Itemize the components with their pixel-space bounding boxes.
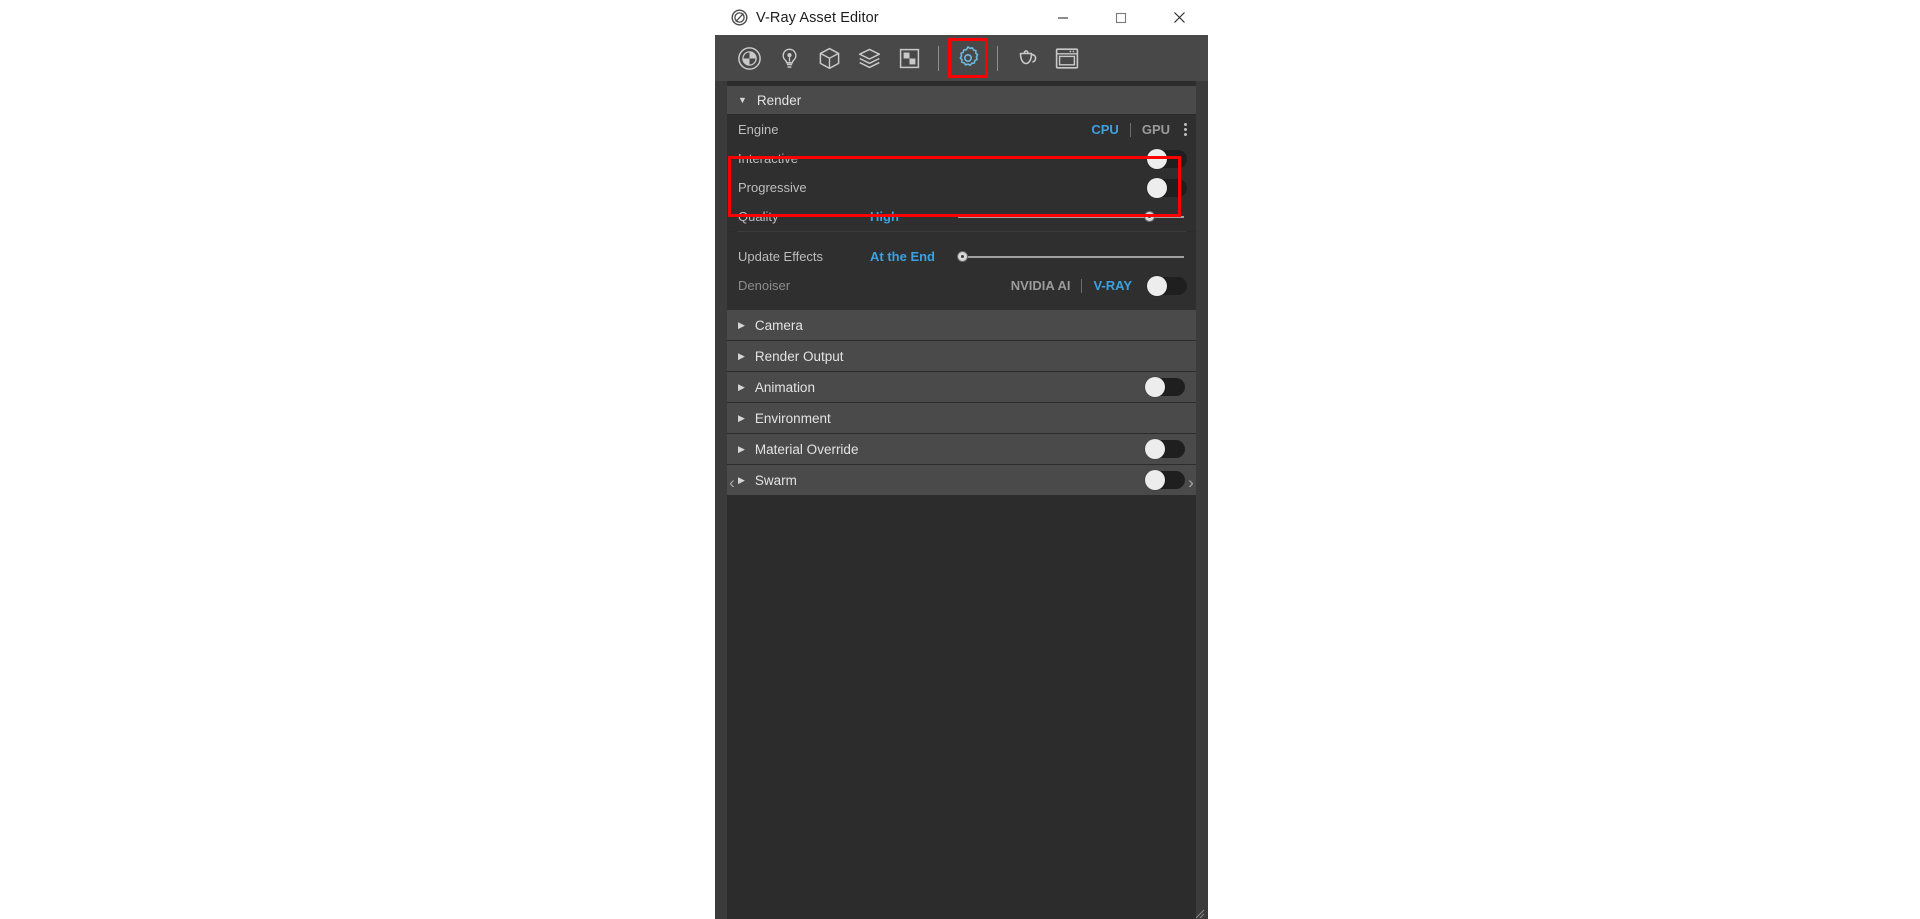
denoiser-separator: [1081, 279, 1082, 293]
chevron-down-icon: ▼: [738, 96, 747, 105]
geometry-cube-icon: [817, 46, 842, 71]
textures-layers-icon: [857, 46, 882, 71]
denoiser-selector: NVIDIA AI V-RAY: [1005, 278, 1138, 293]
section-animation-toggle[interactable]: [1145, 378, 1185, 396]
chevron-right-icon: ▶: [738, 383, 745, 392]
engine-gpu-option[interactable]: GPU: [1136, 122, 1176, 137]
chevron-right-icon: ▶: [738, 352, 745, 361]
section-environment[interactable]: ▶ Environment: [727, 403, 1196, 433]
section-swarm-toggle[interactable]: [1145, 471, 1185, 489]
collapse-left-arrow[interactable]: ‹: [726, 471, 738, 493]
interactive-row: Interactive: [727, 144, 1196, 173]
render-elements-icon: [897, 46, 922, 71]
panel-body: ‹ › ▼ Render Engine CPU GPU: [715, 81, 1208, 919]
window-controls: [1034, 0, 1208, 35]
geometry-tab[interactable]: [809, 38, 849, 78]
chevron-right-icon: ▶: [738, 414, 745, 423]
render-group-label: Render: [757, 93, 801, 108]
update-effects-slider-track: [958, 256, 1184, 258]
interactive-label: Interactive: [738, 151, 870, 166]
section-animation[interactable]: ▶ Animation: [727, 372, 1196, 402]
vray-asset-editor-window: V-Ray Asset Editor: [715, 0, 1208, 919]
frame-buffer-button[interactable]: [1047, 38, 1087, 78]
vray-logo-icon: [731, 9, 748, 26]
progressive-toggle[interactable]: [1147, 179, 1187, 197]
update-effects-row: Update Effects At the End: [727, 242, 1196, 271]
title-bar: V-Ray Asset Editor: [715, 0, 1208, 35]
gear-icon: [955, 45, 981, 71]
engine-selector: CPU GPU: [1085, 122, 1187, 137]
section-render-output[interactable]: ▶ Render Output: [727, 341, 1196, 371]
section-camera[interactable]: ▶ Camera: [727, 310, 1196, 340]
render-elements-tab[interactable]: [889, 38, 929, 78]
chevron-right-icon: ▶: [738, 476, 745, 485]
interactive-toggle[interactable]: [1147, 150, 1187, 168]
denoiser-nvidia-option[interactable]: NVIDIA AI: [1005, 278, 1077, 293]
render-with-vray-button[interactable]: [1007, 38, 1047, 78]
toolbar-separator-1: [938, 46, 939, 71]
engine-cpu-option[interactable]: CPU: [1085, 122, 1124, 137]
section-swarm[interactable]: ▶ Swarm: [727, 465, 1196, 495]
textures-tab[interactable]: [849, 38, 889, 78]
engine-label: Engine: [738, 122, 870, 137]
collapse-right-arrow[interactable]: ›: [1185, 471, 1197, 493]
window-title: V-Ray Asset Editor: [756, 10, 879, 26]
teapot-icon: [1014, 46, 1041, 71]
section-camera-label: Camera: [755, 318, 803, 333]
section-animation-label: Animation: [755, 380, 815, 395]
frame-buffer-icon: [1054, 46, 1080, 71]
quality-slider-handle[interactable]: [1144, 211, 1155, 222]
screen: V-Ray Asset Editor: [0, 0, 1920, 919]
section-material-override[interactable]: ▶ Material Override: [727, 434, 1196, 464]
minimize-button[interactable]: [1034, 0, 1092, 35]
chevron-right-icon: ▶: [738, 321, 745, 330]
quality-row: Quality High: [727, 202, 1196, 231]
light-bulb-icon: [777, 46, 802, 71]
close-button[interactable]: [1150, 0, 1208, 35]
main-toolbar: [715, 35, 1208, 81]
denoiser-row: Denoiser NVIDIA AI V-RAY: [727, 271, 1196, 300]
kebab-menu-icon[interactable]: [1183, 123, 1187, 136]
chevron-right-icon: ▶: [738, 445, 745, 454]
spacer-2: [727, 300, 1196, 310]
progressive-row: Progressive: [727, 173, 1196, 202]
spacer-1: [727, 232, 1196, 242]
quality-value[interactable]: High: [870, 209, 958, 224]
update-effects-value[interactable]: At the End: [870, 249, 958, 264]
quality-label: Quality: [738, 209, 870, 224]
section-environment-label: Environment: [755, 411, 831, 426]
quality-slider[interactable]: [958, 208, 1184, 226]
sections-list: ▶ Camera ▶ Render Output ▶ Animation ▶ Environm…: [727, 310, 1196, 495]
progressive-label: Progressive: [738, 180, 870, 195]
settings-scroll-area: ‹ › ▼ Render Engine CPU GPU: [727, 81, 1196, 919]
engine-row: Engine CPU GPU: [727, 115, 1196, 144]
render-group-header[interactable]: ▼ Render: [727, 86, 1196, 114]
lights-tab[interactable]: [769, 38, 809, 78]
denoiser-label: Denoiser: [738, 278, 870, 293]
toolbar-separator-2: [997, 46, 998, 71]
update-effects-label: Update Effects: [738, 249, 870, 264]
denoiser-vray-option[interactable]: V-RAY: [1087, 278, 1138, 293]
materials-tab[interactable]: [729, 38, 769, 78]
denoiser-toggle[interactable]: [1147, 277, 1187, 295]
material-sphere-icon: [737, 46, 762, 71]
resize-grip[interactable]: [1195, 906, 1205, 916]
section-material-override-toggle[interactable]: [1145, 440, 1185, 458]
update-effects-slider-handle[interactable]: [957, 251, 968, 262]
engine-separator: [1130, 123, 1131, 137]
settings-tab[interactable]: [948, 38, 988, 78]
section-render-output-label: Render Output: [755, 349, 844, 364]
maximize-button[interactable]: [1092, 0, 1150, 35]
section-swarm-label: Swarm: [755, 473, 797, 488]
section-material-override-label: Material Override: [755, 442, 859, 457]
update-effects-slider[interactable]: [958, 248, 1184, 266]
